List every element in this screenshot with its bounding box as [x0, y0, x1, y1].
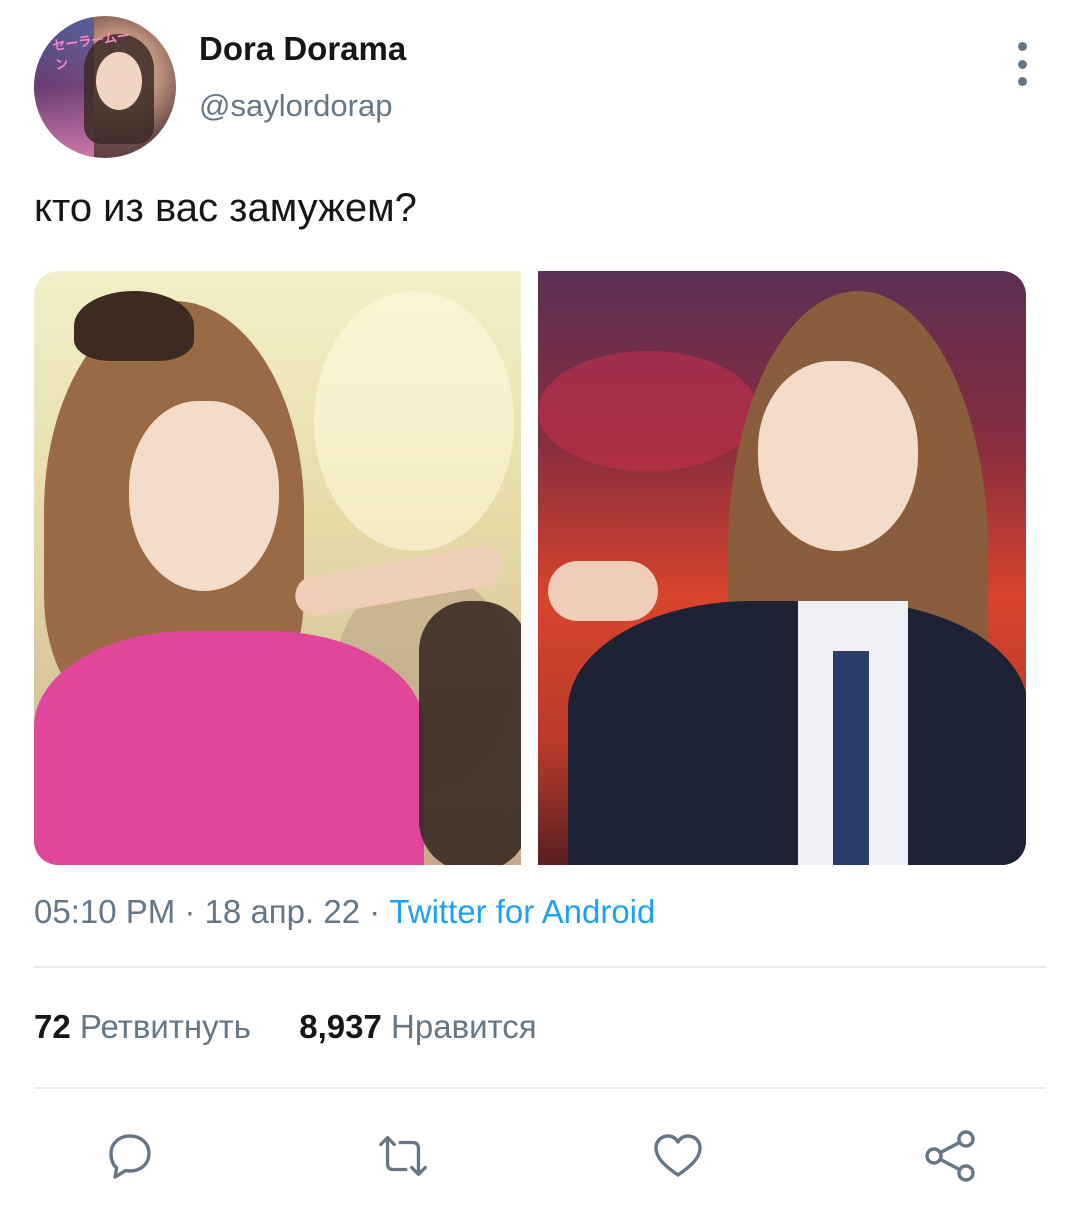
photo-bg-light	[314, 291, 514, 551]
photo-hand	[548, 561, 658, 621]
reply-icon[interactable]	[102, 1128, 158, 1184]
avatar-face	[96, 52, 142, 110]
likes-label: Нравится	[391, 1008, 537, 1045]
tweet-photo-right[interactable]	[538, 271, 1026, 865]
more-dot	[1017, 77, 1027, 86]
likes-stat[interactable]: 8,937 Нравится	[299, 1008, 536, 1046]
retweets-count: 72	[34, 1008, 71, 1045]
share-icon[interactable]	[922, 1128, 978, 1184]
meta-separator: ·	[360, 893, 390, 930]
tweet-meta: 05:10 PM · 18 апр. 22 · Twitter for Andr…	[34, 893, 655, 931]
author-display-name[interactable]: Dora Dorama	[199, 30, 406, 68]
tweet-media	[34, 271, 1026, 865]
photo-person-back	[419, 601, 521, 865]
avatar[interactable]: セーラームーン	[34, 16, 176, 158]
divider	[34, 966, 1046, 968]
tweet-header: セーラームーン Dora Dorama @saylordorap	[34, 16, 1046, 160]
retweets-label: Ретвитнуть	[79, 1008, 251, 1045]
likes-count: 8,937	[299, 1008, 382, 1045]
meta-separator: ·	[175, 893, 205, 930]
photo-hair-bun	[74, 291, 194, 361]
tweet-source-link[interactable]: Twitter for Android	[389, 893, 655, 930]
tweet-photo-left[interactable]	[34, 271, 521, 865]
photo-bg-stage	[538, 351, 758, 471]
photo-pink-top	[34, 631, 424, 865]
photo-face	[129, 401, 279, 591]
retweet-icon[interactable]	[375, 1128, 431, 1184]
retweets-stat[interactable]: 72 Ретвитнуть	[34, 1008, 251, 1046]
heart-icon[interactable]	[650, 1128, 706, 1184]
photo-face	[758, 361, 918, 551]
photo-tie	[833, 651, 869, 865]
divider	[34, 1087, 1046, 1089]
tweet-stats: 72 Ретвитнуть 8,937 Нравится	[34, 1008, 537, 1046]
more-dot	[1017, 59, 1027, 69]
tweet-text: кто из вас замужем?	[34, 186, 417, 230]
tweet-actions	[0, 1128, 1080, 1184]
tweet-date: 18 апр. 22	[204, 893, 361, 930]
photo-blazer	[568, 601, 1026, 865]
more-vertical-icon[interactable]	[1002, 42, 1042, 86]
author-handle[interactable]: @saylordorap	[199, 88, 392, 124]
tweet-time: 05:10 PM	[34, 893, 176, 930]
more-dot	[1017, 42, 1027, 51]
